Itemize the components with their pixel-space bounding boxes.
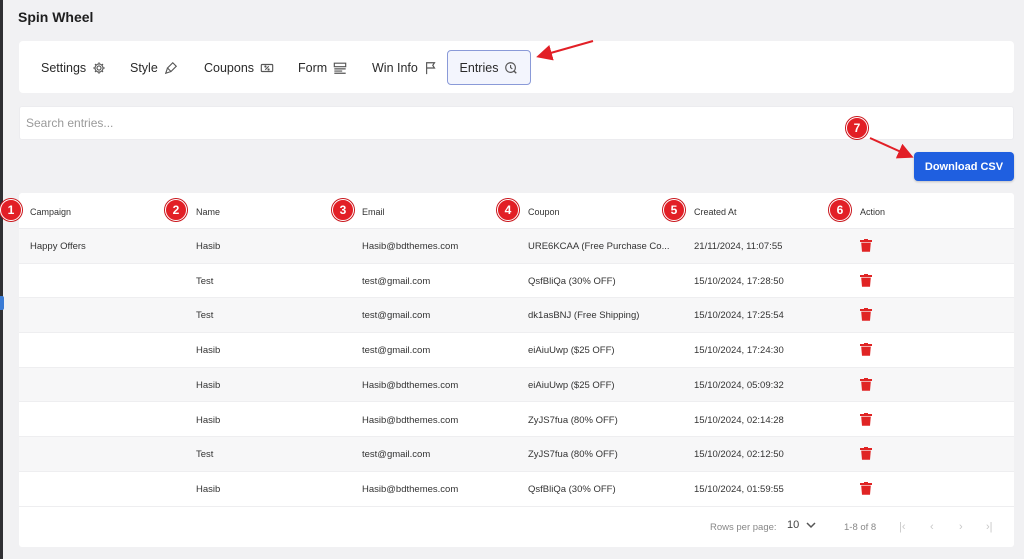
- entries-icon: [505, 61, 518, 74]
- cell-email: Hasib@bdthemes.com: [362, 241, 459, 252]
- gear-icon: [93, 61, 105, 74]
- rows-per-page-value: 10: [787, 519, 800, 531]
- rows-per-page-label: Rows per page:: [710, 522, 777, 533]
- delete-entry-button[interactable]: [860, 308, 872, 322]
- tab-label: Entries: [459, 60, 499, 75]
- entries-table: Campaign Name Email Coupon Created At Ac…: [19, 193, 1014, 547]
- cell-name: Hasib: [196, 241, 221, 252]
- page-range: 1-8 of 8: [844, 522, 877, 533]
- cell-name: Hasib: [196, 345, 221, 357]
- delete-entry-button[interactable]: [860, 412, 872, 426]
- coupon-icon: [260, 63, 274, 72]
- table-row: Hasib test@gmail.com eiAiuUwp ($25 OFF) 15/…: [19, 333, 1014, 368]
- tab-form[interactable]: Form: [288, 50, 357, 85]
- page-title: Spin Wheel: [18, 9, 94, 25]
- form-icon: [333, 62, 347, 74]
- column-header-name: Name: [196, 207, 221, 217]
- cell-email: Hasib@bdthemes.com: [362, 483, 459, 495]
- cell-email: Hasib@bdthemes.com: [362, 414, 459, 426]
- rows-per-page-select[interactable]: 10: [787, 519, 817, 531]
- tab-label: Style: [130, 60, 158, 75]
- delete-entry-button[interactable]: [860, 239, 872, 252]
- brush-icon: [164, 61, 177, 74]
- cell-created-at: 15/10/2024, 05:09:32: [694, 379, 784, 391]
- cell-coupon: eiAiuUwp ($25 OFF): [528, 379, 615, 391]
- tab-label: Form: [298, 60, 328, 75]
- sidebar-handle[interactable]: [0, 296, 4, 310]
- annotation-badge: 7: [846, 117, 868, 139]
- column-header-action: Action: [860, 207, 886, 217]
- annotation-badge: 3: [332, 199, 354, 221]
- cell-name: Hasib: [196, 379, 221, 391]
- cell-name: Hasib: [196, 414, 221, 426]
- tabs-bar: Settings Style Coupons Form Win Info Ent…: [19, 41, 1014, 93]
- cell-coupon: ZyJS7fua (80% OFF): [528, 449, 618, 461]
- annotation-badge: 5: [663, 199, 685, 221]
- table-row: Test test@gmail.com ZyJS7fua (80% OFF) 15/1…: [19, 437, 1014, 472]
- delete-entry-button[interactable]: [860, 447, 872, 460]
- cell-created-at: 15/10/2024, 17:24:30: [694, 345, 784, 357]
- table-row: Test test@gmail.com QsfBliQa (30% OFF) 15/1…: [19, 264, 1014, 299]
- cell-email: test@gmail.com: [362, 345, 431, 357]
- table-row: Hasib Hasib@bdthemes.com eiAiuUwp ($25 OFF…: [19, 367, 1014, 403]
- annotation-badge: 1: [0, 199, 22, 221]
- annotation-badge: 2: [165, 199, 187, 221]
- cell-campaign: Happy Offers: [30, 241, 86, 252]
- table-row: Hasib Hasib@bdthemes.com QsfBliQa (30% OFF…: [19, 472, 1014, 507]
- delete-entry-button[interactable]: [860, 273, 872, 287]
- annotation-badge: 6: [829, 199, 851, 221]
- column-header-email: Email: [362, 207, 385, 217]
- tab-win-info[interactable]: Win Info: [362, 50, 448, 85]
- download-csv-button[interactable]: Download CSV: [914, 152, 1014, 181]
- table-row: Happy Offers Hasib Hasib@bdthemes.com URE6K…: [19, 229, 1014, 264]
- table-row: Hasib Hasib@bdthemes.com ZyJS7fua (80% OFF…: [19, 403, 1014, 438]
- delete-entry-button[interactable]: [860, 343, 872, 356]
- cell-email: test@gmail.com: [362, 310, 431, 322]
- cell-coupon: ZyJS7fua (80% OFF): [528, 414, 618, 426]
- cell-created-at: 21/11/2024, 11:07:55: [694, 241, 783, 252]
- table-row: Test test@gmail.com dk1asBNJ (Free Shippin…: [19, 298, 1014, 334]
- cell-name: Test: [196, 275, 214, 287]
- annotation-badge: 4: [497, 199, 519, 221]
- next-page-icon[interactable]: ›: [959, 521, 963, 533]
- prev-page-icon[interactable]: ‹: [930, 521, 934, 533]
- arrow-to-download-csv: [869, 137, 914, 159]
- tab-label: Win Info: [372, 60, 418, 75]
- tab-settings[interactable]: Settings: [31, 50, 116, 85]
- flag-icon: [425, 61, 436, 74]
- delete-entry-button[interactable]: [860, 481, 872, 495]
- cell-created-at: 15/10/2024, 01:59:55: [694, 483, 784, 495]
- cell-coupon: URE6KCAA (Free Purchase Co...: [528, 241, 670, 252]
- chevron-down-icon: [806, 522, 816, 529]
- cell-email: test@gmail.com: [362, 449, 431, 461]
- cell-coupon: QsfBliQa (30% OFF): [528, 483, 616, 495]
- window-left-edge: [0, 0, 3, 559]
- first-page-icon[interactable]: |‹: [899, 521, 906, 533]
- tab-label: Coupons: [204, 60, 255, 75]
- column-header-coupon: Coupon: [528, 207, 560, 217]
- cell-name: Hasib: [196, 483, 221, 495]
- cell-coupon: eiAiuUwp ($25 OFF): [528, 345, 615, 357]
- delete-entry-button[interactable]: [860, 377, 872, 391]
- last-page-icon[interactable]: ›|: [986, 521, 993, 533]
- tab-style[interactable]: Style: [120, 50, 188, 85]
- cell-created-at: 15/10/2024, 02:14:28: [694, 414, 784, 426]
- column-header-campaign: Campaign: [30, 207, 72, 217]
- tab-entries[interactable]: Entries: [447, 50, 531, 85]
- cell-created-at: 15/10/2024, 17:25:54: [694, 310, 784, 322]
- cell-email: test@gmail.com: [362, 275, 431, 287]
- cell-name: Test: [196, 310, 214, 322]
- tab-coupons[interactable]: Coupons: [194, 50, 284, 85]
- cell-created-at: 15/10/2024, 02:12:50: [694, 449, 784, 461]
- column-header-created-at: Created At: [694, 207, 737, 217]
- cell-email: Hasib@bdthemes.com: [362, 379, 459, 391]
- tab-label: Settings: [41, 60, 87, 75]
- cell-coupon: dk1asBNJ (Free Shipping): [528, 310, 640, 322]
- pagination: Rows per page: 10 1-8 of 8 |‹ ‹ › ›|: [19, 509, 1014, 547]
- cell-name: Test: [196, 449, 214, 461]
- cell-coupon: QsfBliQa (30% OFF): [528, 275, 616, 287]
- cell-created-at: 15/10/2024, 17:28:50: [694, 275, 784, 287]
